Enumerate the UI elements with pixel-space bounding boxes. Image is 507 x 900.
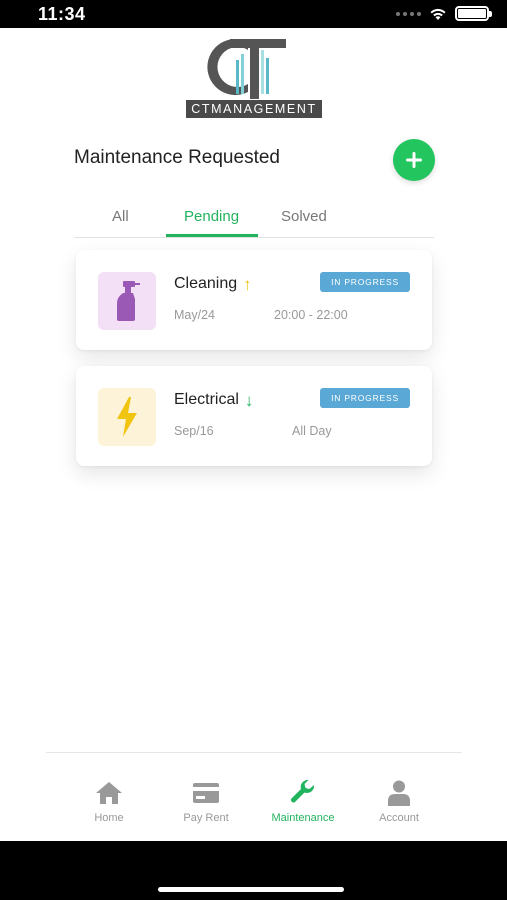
maintenance-screen: CTMANAGEMENT Maintenance Requested All P…: [0, 28, 507, 841]
lightning-icon: [117, 397, 137, 437]
logo-mark: [207, 39, 286, 99]
nav-label-pay-rent: Pay Rent: [183, 812, 229, 824]
priority-up-arrow-icon: ↑: [243, 274, 252, 294]
nav-label-maintenance: Maintenance: [271, 812, 335, 824]
tab-all[interactable]: All: [112, 208, 129, 225]
category-icon-box: [98, 388, 156, 446]
request-title-text: Electrical: [174, 391, 239, 408]
bottom-nav: Home Pay Rent Maintenance Account: [0, 752, 507, 841]
logo-text: CTMANAGEMENT: [186, 100, 322, 118]
nav-item-home[interactable]: Home: [64, 780, 154, 824]
status-badge: IN PROGRESS: [320, 272, 410, 292]
battery-icon: [455, 6, 492, 21]
nav-item-pay-rent[interactable]: Pay Rent: [161, 780, 251, 824]
plus-icon: [406, 152, 422, 168]
status-time: 11:34: [38, 4, 86, 24]
nav-divider: [46, 752, 462, 753]
person-icon: [388, 780, 410, 806]
nav-label-account: Account: [379, 812, 419, 824]
request-title: Electrical ↓: [174, 391, 253, 409]
nav-label-home: Home: [94, 812, 124, 824]
tab-solved[interactable]: Solved: [281, 208, 327, 225]
card-icon: [193, 783, 219, 803]
request-date: Sep/16: [174, 424, 214, 438]
status-icons: [396, 6, 492, 21]
wifi-icon: [430, 8, 446, 20]
page-title: Maintenance Requested: [74, 147, 280, 168]
wrench-icon: [291, 780, 315, 803]
request-title: Cleaning ↑: [174, 275, 252, 293]
signal-icon: [396, 11, 421, 16]
status-badge: IN PROGRESS: [320, 388, 410, 408]
request-title-text: Cleaning: [174, 275, 238, 292]
nav-item-account[interactable]: Account: [354, 780, 444, 824]
status-tabs: All Pending Solved: [74, 198, 434, 238]
home-indicator[interactable]: [158, 887, 344, 892]
request-time: All Day: [292, 424, 332, 438]
request-time: 20:00 - 22:00: [274, 308, 348, 322]
category-icon-box: [98, 272, 156, 330]
add-request-button[interactable]: [393, 139, 435, 181]
status-bar: 11:34: [0, 0, 507, 28]
priority-down-arrow-icon: ↓: [244, 390, 254, 410]
active-tab-indicator: [166, 234, 258, 237]
request-date: May/24: [174, 308, 215, 322]
request-card-electrical[interactable]: Electrical ↓ Sep/16 All Day IN PROGRESS: [76, 366, 432, 466]
request-card-cleaning[interactable]: Cleaning ↑ May/24 20:00 - 22:00 IN PROGR…: [76, 250, 432, 350]
nav-item-maintenance[interactable]: Maintenance: [258, 780, 348, 824]
spray-bottle-icon: [117, 281, 140, 321]
home-icon: [96, 782, 122, 804]
company-logo: CTMANAGEMENT: [186, 34, 322, 118]
tab-pending[interactable]: Pending: [184, 208, 239, 225]
home-indicator-area: [0, 841, 507, 900]
